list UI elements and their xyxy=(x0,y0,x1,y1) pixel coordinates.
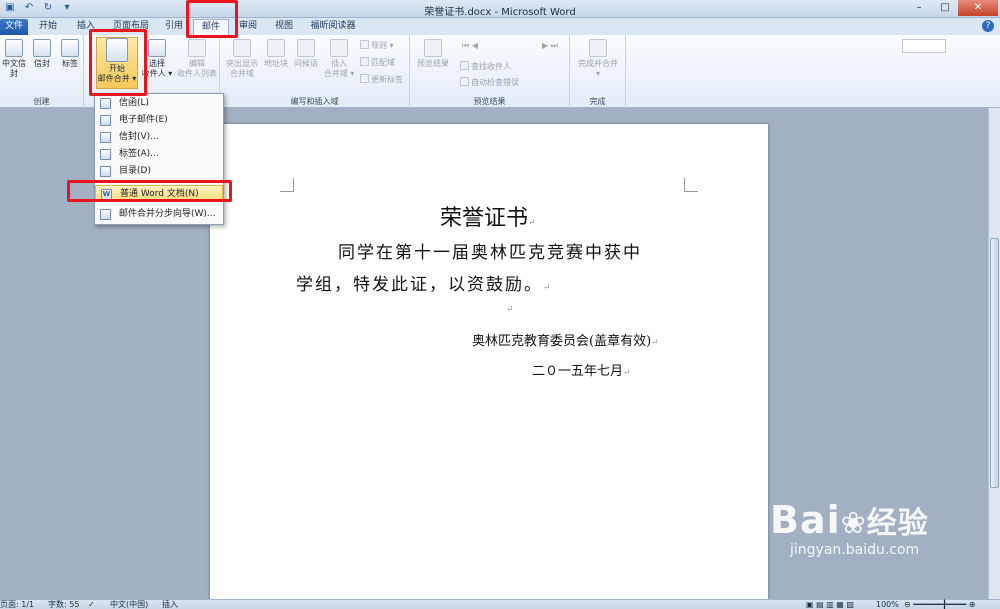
check-icon xyxy=(460,77,469,86)
address-block-icon xyxy=(267,39,285,57)
record-navigation: ⏮ ◀ xyxy=(462,41,478,50)
greeting-line-button[interactable]: 问候语 xyxy=(292,39,320,69)
insert-merge-field-button[interactable]: 插入 合并域 ▾ xyxy=(322,39,356,79)
group-label-preview: 预览结果 xyxy=(473,97,506,106)
envelope-icon xyxy=(100,132,111,143)
group-label-write-insert: 编写和插入域 xyxy=(290,97,339,106)
ribbon-tabs: 文件 开始 插入 页面布局 引用 邮件 审阅 视图 福昕阅读器 xyxy=(0,18,1000,35)
status-zoom[interactable]: 100% xyxy=(876,600,899,609)
status-insert-mode[interactable]: 插入 xyxy=(162,600,178,609)
window-controls: – □ ✕ xyxy=(906,0,998,16)
label-icon xyxy=(61,39,79,57)
group-label-finish: 完成 xyxy=(589,97,606,106)
start-mail-merge-menu: 信函(L) 电子邮件(E) 信封(V)... 标签(A)... 目录(D) W普… xyxy=(94,93,224,225)
chinese-envelope-button[interactable]: 中文信封 xyxy=(0,39,28,79)
window-title: 荣誉证书.docx - Microsoft Word xyxy=(424,7,576,18)
maximize-button[interactable]: □ xyxy=(932,0,958,16)
issue-date[interactable]: 二０一五年七月↵ xyxy=(532,360,631,379)
record-navigation-next: ▶ ⏭ xyxy=(542,41,558,50)
certificate-title[interactable]: 荣誉证书↵ xyxy=(440,200,536,232)
menu-item-directory[interactable]: 目录(D) xyxy=(95,163,223,180)
group-write-insert-fields: 突出显示 合并域 地址块 问候语 插入 合并域 ▾ 规则 ▾ 匹配域 更新标签 编写… xyxy=(220,35,410,108)
labels-button[interactable]: 标签 xyxy=(58,39,82,69)
update-labels-icon xyxy=(360,74,369,83)
highlight-merge-fields-button[interactable]: 突出显示 合并域 xyxy=(224,39,260,79)
body-line-2[interactable]: 学组，特发此证，以资鼓励。↵ xyxy=(296,270,553,295)
match-fields-icon xyxy=(360,57,369,66)
highlight-icon xyxy=(233,39,251,57)
auto-check-errors-button[interactable]: 自动检查错误 xyxy=(460,77,519,88)
empty-paragraph-mark: ↵ xyxy=(506,305,514,315)
directory-icon xyxy=(100,166,111,177)
email-icon xyxy=(100,115,111,126)
recipients-icon xyxy=(148,39,166,57)
margin-corner-top-left xyxy=(280,178,294,192)
update-labels-button[interactable]: 更新标签 xyxy=(360,74,403,85)
view-buttons[interactable]: ▣ ▤ ▥ ▦ ▧ xyxy=(806,600,854,609)
preview-results-button[interactable]: 预览结果 xyxy=(414,39,452,69)
edit-recipient-list-button[interactable]: 编辑 收件人列表 xyxy=(176,39,218,79)
finish-merge-icon xyxy=(589,39,607,57)
annotation-box-start-mail-merge xyxy=(89,29,147,96)
envelope-icon xyxy=(33,39,51,57)
annotation-box-normal-word-document xyxy=(67,180,232,202)
tab-home[interactable]: 开始 xyxy=(32,19,64,35)
letter-icon xyxy=(100,98,111,109)
record-number-input[interactable] xyxy=(902,39,946,53)
menu-item-labels[interactable]: 标签(A)... xyxy=(95,146,223,163)
annotation-box-mailings-tab xyxy=(186,0,238,38)
preview-icon xyxy=(424,39,442,57)
menu-item-letters[interactable]: 信函(L) xyxy=(95,95,223,112)
finish-merge-button[interactable]: 完成并合并 ▾ xyxy=(574,39,622,79)
envelope-icon xyxy=(5,39,23,57)
baidu-jingyan-watermark: Bai❀经验 jingyan.baidu.com xyxy=(770,498,929,558)
status-page-count[interactable]: 页面: 1/1 xyxy=(0,600,34,609)
wizard-icon xyxy=(100,209,111,220)
menu-item-mail-merge-wizard[interactable]: 邮件合并分步向导(W)... xyxy=(95,206,223,223)
help-icon[interactable]: ? xyxy=(982,20,994,32)
status-bar: 页面: 1/1 字数: 55 ✓ 中文(中国) 插入 ▣ ▤ ▥ ▦ ▧ 100… xyxy=(0,599,1000,609)
rules-button[interactable]: 规则 ▾ xyxy=(360,40,394,51)
greeting-icon xyxy=(297,39,315,57)
status-word-count[interactable]: 字数: 55 xyxy=(48,600,79,609)
proofing-icon[interactable]: ✓ xyxy=(88,600,95,609)
margin-corner-top-right xyxy=(684,178,698,192)
tab-file[interactable]: 文件 xyxy=(0,19,28,35)
body-line-1[interactable]: 同学在第十一届奥林匹克竞赛中获中 xyxy=(338,238,642,263)
tab-foxit-reader[interactable]: 福昕阅读器 xyxy=(306,19,360,35)
menu-item-email[interactable]: 电子邮件(E) xyxy=(95,112,223,129)
issuing-organization[interactable]: 奥林匹克教育委员会(盖章有效)↵ xyxy=(472,330,659,349)
edit-list-icon xyxy=(188,39,206,57)
document-page[interactable]: 荣誉证书↵ 同学在第十一届奥林匹克竞赛中获中 学组，特发此证，以资鼓励。↵ ↵ … xyxy=(210,124,768,609)
group-preview-results: 预览结果 ⏮ ◀ ▶ ⏭ 查找收件人 自动检查错误 预览结果 xyxy=(410,35,946,108)
vertical-scrollbar[interactable] xyxy=(988,108,1000,599)
match-fields-button[interactable]: 匹配域 xyxy=(360,57,395,68)
merge-field-icon xyxy=(330,39,348,57)
status-language[interactable]: 中文(中国) xyxy=(110,600,148,609)
scrollbar-thumb[interactable] xyxy=(990,238,999,488)
tab-view[interactable]: 视图 xyxy=(268,19,300,35)
menu-item-envelopes[interactable]: 信封(V)... xyxy=(95,129,223,146)
title-bar: ▣ ↶ ↻ ▾ 荣誉证书.docx - Microsoft Word – □ ✕ xyxy=(0,0,1000,18)
paw-icon: ❀ xyxy=(840,506,867,541)
rules-icon xyxy=(360,40,369,49)
address-block-button[interactable]: 地址块 xyxy=(262,39,290,69)
zoom-slider[interactable]: ⊖ ━━━━━━╋━━━━ ⊕ xyxy=(904,600,975,609)
label-icon xyxy=(100,149,111,160)
group-finish: 完成并合并 ▾ 完成 xyxy=(570,35,626,108)
find-recipient-button[interactable]: 查找收件人 xyxy=(460,61,511,72)
group-create: 中文信封 信封 标签 创建 xyxy=(0,35,84,108)
group-label-create: 创建 xyxy=(33,97,50,106)
envelopes-button[interactable]: 信封 xyxy=(30,39,54,69)
find-icon xyxy=(460,61,469,70)
close-button[interactable]: ✕ xyxy=(958,0,998,16)
minimize-button[interactable]: – xyxy=(906,0,932,16)
